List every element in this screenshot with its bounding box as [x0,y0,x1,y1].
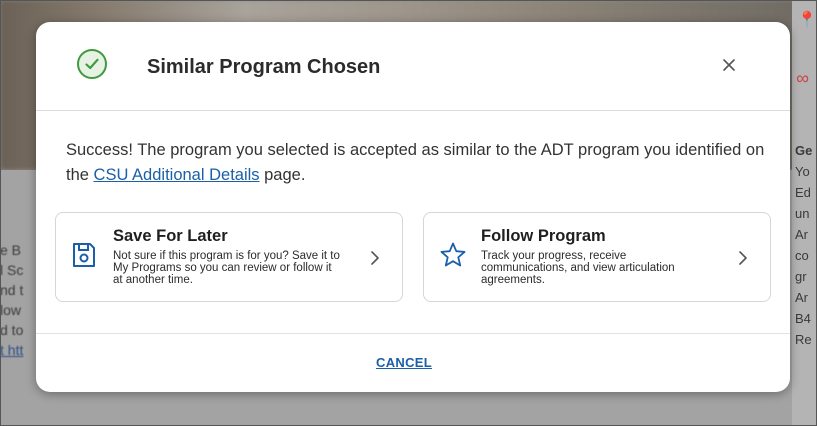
bg-text: Yo [795,164,810,179]
star-outline-icon [439,241,466,269]
bg-text: Re [795,332,812,347]
cancel-button[interactable]: CANCEL [376,355,432,370]
success-check-icon [77,49,107,79]
location-pin-icon: 📍 [797,12,817,29]
save-for-later-description: Not sure if this program is for you? Sav… [113,250,340,286]
save-for-later-card[interactable]: Save For Later Not sure if this program … [55,212,403,302]
bg-text: l Sc [0,262,24,278]
bg-text: co [795,248,809,263]
footer-divider [36,333,790,334]
chevron-right-icon [370,250,380,266]
message-text: page. [259,166,306,184]
background-right-panel: 📍 ∞ Ge Yo Ed un Ar co gr Ar B4 Re [792,0,817,426]
dialog-title: Similar Program Chosen [147,56,381,78]
bg-text: Ge [795,143,813,158]
background-right-text: Ge Yo Ed un Ar co gr Ar B4 Re [795,140,812,350]
follow-program-description: Track your progress, receive communicati… [481,250,675,286]
bg-text: Ed [795,185,811,200]
bg-text: t htt [0,342,24,358]
bg-text: gr [795,269,807,284]
bg-text: un [795,206,810,221]
follow-program-card[interactable]: Follow Program Track your progress, rece… [423,212,771,302]
dialog-header: Similar Program Chosen [36,22,790,111]
floppy-disk-icon [71,241,97,269]
csu-additional-details-link[interactable]: CSU Additional Details [94,166,260,184]
similar-program-dialog: Similar Program Chosen Success! The prog… [36,22,790,392]
bg-text: e B [0,242,22,258]
bg-text: Ar [795,227,808,242]
follow-program-title: Follow Program [481,227,606,245]
success-message: Success! The program you selected is acc… [66,138,766,188]
link-icon: ∞ [796,68,809,88]
bg-text: B4 [795,311,811,326]
bg-text: d to [0,322,24,338]
chevron-right-icon [738,250,748,266]
close-icon[interactable] [718,54,740,76]
bg-text: Ar [795,290,808,305]
background-left-text: e B l Sc nd t low d to t htt [0,240,40,380]
save-for-later-title: Save For Later [113,227,228,245]
bg-text: nd t [0,282,24,298]
bg-text: low [0,302,22,318]
